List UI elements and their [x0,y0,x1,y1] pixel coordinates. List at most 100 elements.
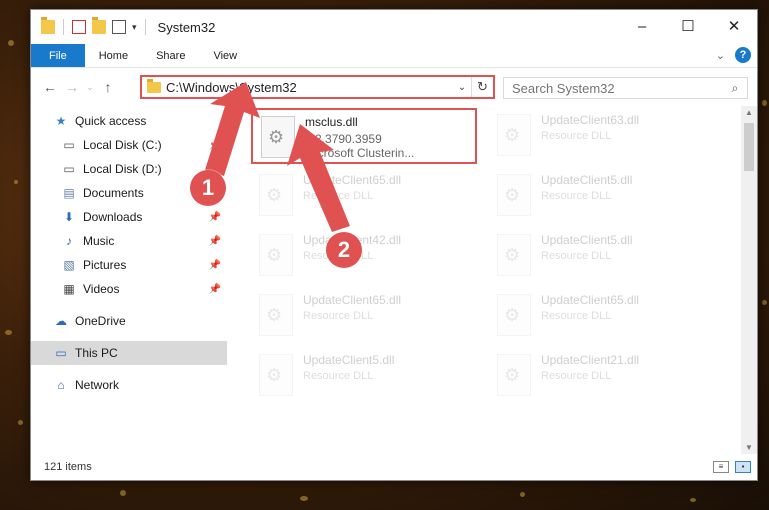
tiles-view-icon[interactable]: ▪ [735,461,751,473]
network-icon: ⌂ [57,378,65,392]
file-item-msclus[interactable]: msclus.dll 5.2.3790.3959Microsoft Cluster… [251,108,477,164]
dll-file-icon [259,354,293,396]
sidebar-item-pictures[interactable]: ▧ Pictures 📌 [31,253,227,277]
explorer-window: ▾ System32 – ☐ ✕ File Home Share View ⌄ … [30,9,758,481]
file-version: 5.2.3790.3959 [305,132,382,146]
cloud-icon: ☁ [55,314,67,328]
file-version: Resource DLL [541,250,612,262]
file-version: Resource DLL [303,310,374,322]
sidebar-item-label: Local Disk (C:) [83,138,162,152]
file-name: UpdateClient5.dll [541,173,633,187]
sidebar-item-network[interactable]: ⌂ Network [31,373,227,397]
file-name: UpdateClient5.dll [541,233,633,247]
file-item[interactable]: UpdateClient5.dll Resource DLL [489,228,715,284]
file-version: Resource DLL [303,190,374,202]
up-button[interactable]: ↑ [97,79,119,95]
file-item[interactable]: UpdateClient5.dll Resource DLL [251,348,477,404]
maximize-button[interactable]: ☐ [665,10,711,42]
divider [144,19,146,35]
sidebar-item-label: Network [75,378,120,392]
recent-locations-icon[interactable]: ⌄ [83,82,97,93]
pin-icon: 📌 [208,235,221,247]
divider [63,19,64,35]
sidebar-item-videos[interactable]: ▦ Videos 📌 [31,277,227,301]
file-list: ▲ ▼ msclus.dll 5.2.3790.3959Microsoft Clu… [227,106,757,454]
step-badge-1: 1 [190,170,226,206]
sidebar-item-downloads[interactable]: ⬇ Downloads 📌 [31,205,227,229]
refresh-button[interactable]: ↻ [471,77,493,97]
window-title: System32 [157,19,216,35]
back-button[interactable]: ← [39,79,61,95]
file-item[interactable]: UpdateClient65.dll Resource DLL [489,288,715,344]
scroll-down-icon[interactable]: ▼ [741,443,757,452]
item-count: 121 items [44,461,92,473]
file-version: Resource DLL [541,310,612,322]
file-item[interactable]: UpdateClient21.dll Resource DLL [489,348,715,404]
help-icon[interactable]: ? [735,47,751,63]
file-description: Microsoft Clusterin... [305,146,415,160]
tab-share[interactable]: Share [142,44,199,67]
search-input[interactable] [512,80,723,96]
pin-icon: 📌 [208,259,221,271]
dll-file-icon [261,116,295,158]
vertical-scrollbar[interactable]: ▲ ▼ [741,106,757,454]
sidebar-item-label: Documents [83,186,144,200]
sidebar-item-label: Quick access [75,114,147,128]
file-version: Resource DLL [541,190,612,202]
dll-file-icon [497,234,531,276]
file-name: UpdateClient5.dll [303,353,395,367]
sidebar-item-quick-access[interactable]: ★ Quick access [31,109,227,133]
dll-file-icon [497,114,531,156]
file-version: Resource DLL [303,370,374,382]
file-item[interactable]: UpdateClient42.dllResource DLL [251,228,477,284]
tab-home[interactable]: Home [85,44,142,67]
computer-icon: ▭ [55,346,67,360]
sidebar-item-this-pc[interactable]: ▭ This PC [31,341,227,365]
sidebar-item-music[interactable]: ♪ Music 📌 [31,229,227,253]
customize-icon[interactable] [112,20,126,34]
file-item[interactable]: UpdateClient65.dll Resource DLL [251,288,477,344]
search-icon[interactable]: ⌕ [723,81,747,96]
tab-view[interactable]: View [199,44,251,67]
dll-file-icon [497,354,531,396]
ribbon-tabs: File Home Share View ⌄ ? [31,44,757,68]
tab-file[interactable]: File [31,44,85,67]
qat-dropdown-icon[interactable]: ▾ [132,22,137,33]
new-folder-icon[interactable] [92,17,106,34]
address-dropdown-icon[interactable]: ⌄ [453,82,471,93]
documents-icon: ▤ [63,186,75,200]
minimize-button[interactable]: – [619,10,665,42]
status-bar: 121 items ≡ ▪ [31,454,757,480]
navigation-bar: ← → ⌄ ↑ C:\Windows\System32 ⌄ ↻ ⌕ [31,68,757,106]
file-name: UpdateClient63.dll [541,113,640,127]
sidebar-item-label: Downloads [83,210,143,224]
drive-icon: ▭ [63,162,75,176]
pin-icon: 📌 [208,139,221,151]
sidebar-item-local-disk-c[interactable]: ▭ Local Disk (C:) 📌 [31,133,227,157]
file-item[interactable]: UpdateClient65.dll Resource DLL [251,168,477,224]
address-path[interactable]: C:\Windows\System32 [166,80,453,95]
drive-icon: ▭ [63,138,75,152]
sidebar-item-onedrive[interactable]: ☁ OneDrive [31,309,227,333]
music-icon: ♪ [66,234,72,248]
pin-icon: 📌 [208,283,221,295]
sidebar-item-label: Music [83,234,115,248]
close-button[interactable]: ✕ [711,10,757,42]
details-view-icon[interactable]: ≡ [713,461,729,473]
title-bar: ▾ System32 – ☐ ✕ [31,10,757,44]
search-box[interactable]: ⌕ [503,77,748,99]
scroll-thumb[interactable] [744,123,754,171]
file-name: UpdateClient65.dll [541,293,640,307]
scroll-up-icon[interactable]: ▲ [741,108,757,117]
expand-ribbon-icon[interactable]: ⌄ [716,49,725,62]
file-item[interactable]: UpdateClient63.dll Resource DLL [489,108,715,164]
address-bar[interactable]: C:\Windows\System32 ⌄ ↻ [140,75,495,99]
file-item[interactable]: UpdateClient5.dll Resource DLL [489,168,715,224]
properties-icon[interactable] [72,20,86,34]
dll-file-icon [259,174,293,216]
file-version: Resource DLL [541,370,612,382]
forward-button[interactable]: → [61,79,83,95]
step-badge-2: 2 [326,232,362,268]
file-name: UpdateClient21.dll [541,353,640,367]
videos-icon: ▦ [63,282,75,296]
